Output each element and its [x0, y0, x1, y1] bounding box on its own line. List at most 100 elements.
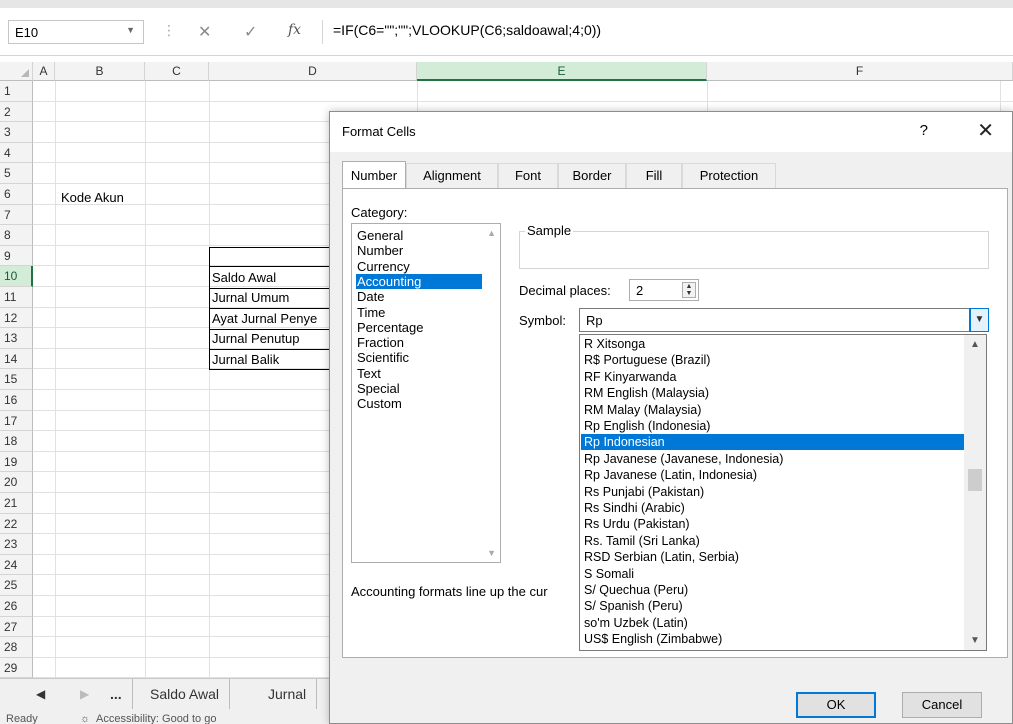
insert-function-icon[interactable]: fx [288, 22, 301, 38]
symbol-option[interactable]: Rp Javanese (Javanese, Indonesia) [581, 451, 964, 467]
dropdown-scrollbar[interactable]: ▲ ▼ [964, 335, 986, 650]
row-header[interactable]: 4 [0, 142, 33, 164]
symbol-option[interactable]: Rs. Tamil (Sri Lanka) [581, 533, 964, 549]
help-button[interactable]: ? [920, 122, 928, 139]
row-header[interactable]: 1 [0, 81, 33, 102]
symbol-option[interactable]: R Xitsonga [581, 336, 964, 352]
symbol-option[interactable]: RM Malay (Malaysia) [581, 402, 964, 418]
row-header[interactable]: 2 [0, 101, 33, 123]
tab-fill[interactable]: Fill [626, 163, 682, 188]
row-header[interactable]: 29 [0, 657, 33, 679]
ok-button[interactable]: OK [796, 692, 876, 718]
select-all-corner[interactable] [0, 62, 33, 81]
category-item[interactable]: Currency [356, 259, 482, 274]
decimal-places-input[interactable]: 2 ▲ ▼ [629, 279, 699, 301]
category-item[interactable]: Fraction [356, 335, 482, 350]
cancel-button[interactable]: Cancel [902, 692, 982, 718]
row-header[interactable]: 24 [0, 554, 33, 576]
row-header[interactable]: 10 [0, 266, 33, 287]
row-header[interactable]: 26 [0, 596, 33, 617]
next-sheet-icon[interactable]: ▶ [80, 687, 89, 701]
category-item[interactable]: General [356, 228, 482, 243]
tab-protection[interactable]: Protection [682, 163, 776, 188]
name-box[interactable]: E10 ▼ [8, 20, 144, 44]
symbol-option[interactable]: Rs Sindhi (Arabic) [581, 500, 964, 516]
row-header[interactable]: 12 [0, 307, 33, 329]
tab-border[interactable]: Border [558, 163, 626, 188]
formula-input[interactable]: =IF(C6="";"";VLOOKUP(C6;saldoawal;4;0)) [333, 22, 601, 38]
category-item[interactable]: Number [356, 243, 482, 258]
row-header[interactable]: 6 [0, 184, 33, 205]
symbol-dropdown-list[interactable]: R Xitsonga R$ Portuguese (Brazil) RF Kinya… [579, 334, 987, 651]
row-header[interactable]: 14 [0, 348, 33, 370]
symbol-option[interactable]: Rp English (Indonesia) [581, 418, 964, 434]
cell-d9[interactable] [209, 247, 333, 267]
more-sheets-button[interactable]: ... [100, 679, 133, 709]
symbol-option[interactable]: so'm Uzbek (Latin) [581, 615, 964, 631]
status-accessibility[interactable]: Accessibility: Good to go [96, 714, 216, 724]
column-header-d[interactable]: D [209, 62, 417, 81]
category-item[interactable]: Special [356, 381, 482, 396]
row-header[interactable]: 11 [0, 287, 33, 308]
row-header[interactable]: 20 [0, 472, 33, 493]
column-header-a[interactable]: A [33, 62, 55, 81]
row-header[interactable]: 5 [0, 163, 33, 184]
chevron-up-icon[interactable]: ▲ [964, 339, 986, 350]
chevron-down-icon[interactable]: ▼ [964, 635, 986, 646]
sheet-tab-jurnal[interactable]: Jurnal [258, 679, 318, 709]
decimal-spinner[interactable]: ▲ ▼ [682, 282, 696, 298]
close-icon[interactable]: ✕ [977, 118, 994, 143]
column-header-b[interactable]: B [55, 62, 145, 81]
row-header[interactable]: 7 [0, 204, 33, 226]
symbol-select[interactable]: Rp ▼ [579, 308, 989, 332]
row-header[interactable]: 28 [0, 637, 33, 658]
row-header[interactable]: 19 [0, 451, 33, 473]
row-header[interactable]: 25 [0, 575, 33, 596]
sheet-tab-saldo-awal[interactable]: Saldo Awal [140, 679, 231, 709]
row-header[interactable]: 21 [0, 493, 33, 514]
category-item[interactable]: Custom [356, 396, 482, 411]
symbol-option[interactable]: US$ English (Zimbabwe) [581, 631, 964, 647]
symbol-option[interactable]: S Somali [581, 566, 964, 582]
row-header[interactable]: 27 [0, 616, 33, 638]
symbol-option[interactable]: RM English (Malaysia) [581, 385, 964, 401]
previous-sheet-icon[interactable]: ◀ [36, 687, 45, 701]
tab-font[interactable]: Font [498, 163, 558, 188]
symbol-option[interactable]: S/ Spanish (Peru) [581, 598, 964, 614]
cell-d14[interactable]: Jurnal Balik [212, 352, 332, 367]
cell-d13[interactable]: Jurnal Penutup [212, 331, 332, 346]
symbol-option[interactable]: Rs Urdu (Pakistan) [581, 516, 964, 532]
symbol-option[interactable]: R$ Portuguese (Brazil) [581, 352, 964, 368]
category-item[interactable]: Scientific [356, 350, 482, 365]
cell-d12[interactable]: Ayat Jurnal Penye [212, 311, 332, 326]
scrollbar-thumb[interactable] [968, 469, 982, 491]
cell-d10[interactable]: Saldo Awal [212, 270, 332, 285]
column-header-f[interactable]: F [707, 62, 1013, 81]
chevron-down-icon[interactable]: ▼ [126, 25, 135, 35]
tab-alignment[interactable]: Alignment [406, 163, 498, 188]
symbol-option[interactable]: RSD Serbian (Latin, Serbia) [581, 549, 964, 565]
row-header[interactable]: 8 [0, 225, 33, 246]
dialog-titlebar[interactable]: Format Cells ? ✕ [330, 112, 1012, 152]
row-header[interactable]: 13 [0, 328, 33, 349]
enter-icon[interactable]: ✓ [244, 22, 257, 42]
chevron-down-icon[interactable]: ▼ [487, 548, 496, 558]
row-header[interactable]: 3 [0, 122, 33, 143]
cell-b6[interactable]: Kode Akun [61, 190, 124, 205]
row-header[interactable]: 18 [0, 431, 33, 452]
category-item[interactable]: Text [356, 366, 482, 381]
category-item[interactable]: Date [356, 289, 482, 304]
category-list[interactable]: General Number Currency Accounting Date Time P… [351, 223, 501, 563]
chevron-up-icon[interactable]: ▲ [487, 228, 496, 238]
row-header[interactable]: 9 [0, 245, 33, 267]
symbol-option[interactable]: Rp Javanese (Latin, Indonesia) [581, 467, 964, 483]
row-header[interactable]: 16 [0, 390, 33, 411]
row-header[interactable]: 15 [0, 369, 33, 390]
column-header-c[interactable]: C [145, 62, 209, 81]
cancel-icon[interactable]: ✕ [198, 22, 211, 42]
category-item[interactable]: Accounting [356, 273, 482, 289]
row-header[interactable]: 17 [0, 410, 33, 432]
category-item[interactable]: Percentage [356, 320, 482, 335]
category-item[interactable]: Time [356, 305, 482, 320]
cell-d11[interactable]: Jurnal Umum [212, 290, 332, 305]
